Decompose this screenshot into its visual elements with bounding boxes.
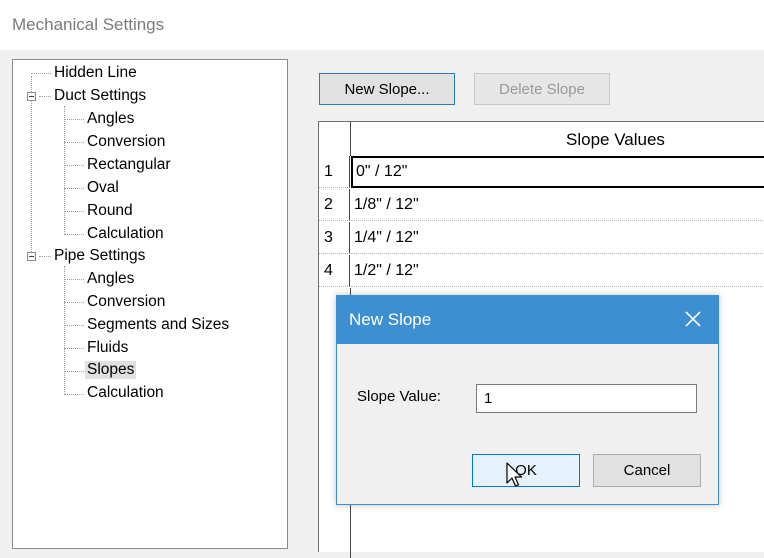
tree-item-duct-calculation[interactable]: Calculation	[87, 225, 164, 243]
window-title: Mechanical Settings	[12, 15, 165, 34]
new-slope-dialog: New Slope Slope Value: OK Cancel	[336, 295, 719, 505]
duct-settings-collapse-icon[interactable]	[27, 92, 36, 101]
slope-value-input[interactable]	[476, 384, 697, 413]
table-row[interactable]: 2 1/8" / 12"	[319, 189, 764, 221]
table-row[interactable]: 1 0" / 12"	[319, 156, 764, 188]
slope-value-cell[interactable]: 1/4" / 12"	[351, 222, 764, 254]
row-number: 4	[319, 255, 350, 287]
row-number: 3	[319, 222, 350, 254]
ok-button[interactable]: OK	[472, 454, 580, 487]
pipe-settings-collapse-icon[interactable]	[27, 252, 36, 261]
row-number: 2	[319, 189, 350, 221]
tree-item-duct-conversion[interactable]: Conversion	[87, 133, 165, 151]
slope-value-label: Slope Value:	[357, 388, 441, 405]
dialog-title: New Slope	[349, 310, 432, 329]
new-slope-button[interactable]: New Slope...	[319, 73, 455, 105]
tree-item-pipe-conversion[interactable]: Conversion	[87, 293, 165, 311]
table-row[interactable]: 3 1/4" / 12"	[319, 222, 764, 254]
tree-item-pipe-slopes[interactable]: Slopes	[85, 361, 137, 379]
cancel-button[interactable]: Cancel	[593, 454, 701, 487]
window-title-bar: Mechanical Settings	[0, 0, 764, 50]
tree-item-pipe-fluids[interactable]: Fluids	[87, 339, 128, 357]
close-icon[interactable]	[682, 308, 704, 330]
settings-tree[interactable]: Hidden Line Duct Settings Angles Convers…	[12, 59, 288, 549]
table-row[interactable]: 4 1/2" / 12"	[319, 255, 764, 287]
table-corner-header	[319, 122, 351, 156]
row-number: 1	[319, 156, 350, 188]
tree-item-pipe-settings[interactable]: Pipe Settings	[54, 247, 145, 265]
slope-value-cell[interactable]: 0" / 12"	[351, 156, 764, 188]
tree-item-duct-settings[interactable]: Duct Settings	[54, 87, 146, 105]
slope-values-column-header: Slope Values	[566, 130, 665, 149]
tree-item-pipe-segments-and-sizes[interactable]: Segments and Sizes	[87, 316, 229, 334]
tree-item-pipe-angles[interactable]: Angles	[87, 270, 134, 288]
tree-item-duct-rectangular[interactable]: Rectangular	[87, 156, 171, 174]
tree-item-duct-oval[interactable]: Oval	[87, 179, 119, 197]
slope-value-cell[interactable]: 1/2" / 12"	[351, 255, 764, 287]
tree-item-duct-round[interactable]: Round	[87, 202, 133, 220]
tree-item-duct-angles[interactable]: Angles	[87, 110, 134, 128]
tree-item-hidden-line[interactable]: Hidden Line	[54, 64, 137, 82]
slope-value-cell[interactable]: 1/8" / 12"	[351, 189, 764, 221]
delete-slope-button: Delete Slope	[474, 73, 610, 105]
dialog-title-bar: New Slope	[337, 296, 718, 344]
tree-item-pipe-calculation[interactable]: Calculation	[87, 384, 164, 402]
